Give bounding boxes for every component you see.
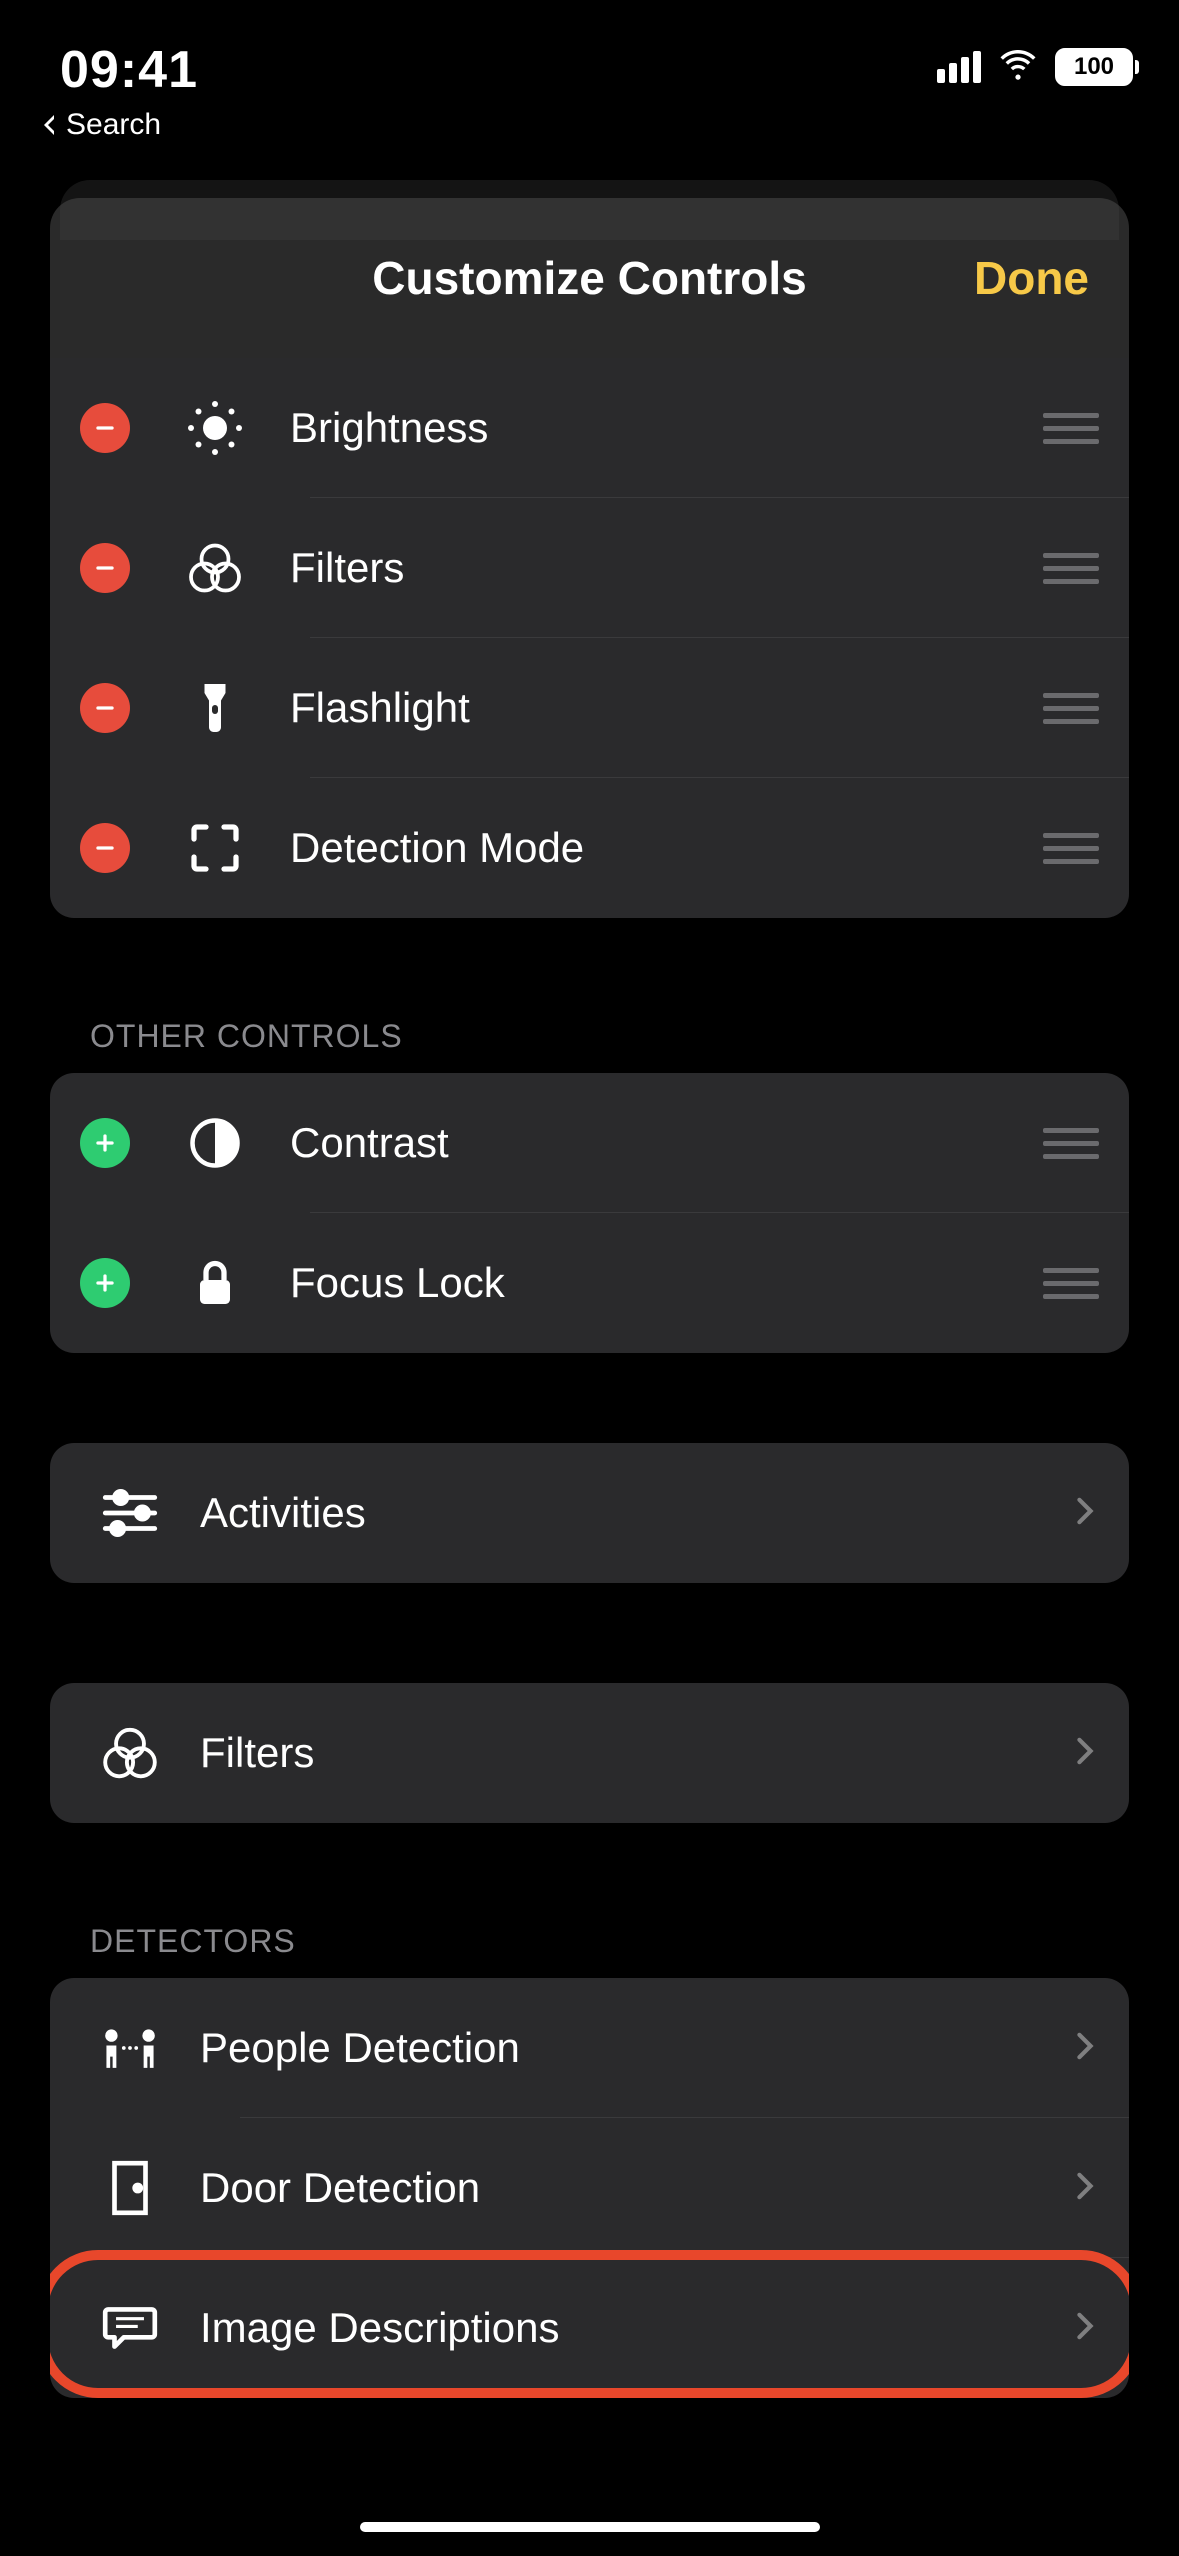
drag-handle-icon[interactable] xyxy=(1043,1128,1099,1159)
battery-icon: 100 xyxy=(1055,48,1139,86)
control-label: Detection Mode xyxy=(290,824,1043,872)
drag-handle-icon[interactable] xyxy=(1043,413,1099,444)
remove-filters-button[interactable] xyxy=(80,543,130,593)
nav-row-people-detection[interactable]: People Detection xyxy=(50,1978,1129,2118)
chevron-right-icon xyxy=(1071,1497,1099,1530)
chevron-right-icon xyxy=(1071,2172,1099,2205)
nav-row-filters[interactable]: Filters xyxy=(50,1683,1129,1823)
remove-flashlight-button[interactable] xyxy=(80,683,130,733)
flashlight-icon xyxy=(170,678,260,738)
battery-level: 100 xyxy=(1074,53,1114,81)
door-icon xyxy=(80,2157,180,2219)
filters-icon xyxy=(80,1722,180,1784)
detectors-group: People Detection Door Detection xyxy=(50,1978,1129,2398)
sliders-icon xyxy=(80,1482,180,1544)
remove-brightness-button[interactable] xyxy=(80,403,130,453)
control-label: Brightness xyxy=(290,404,1043,452)
status-time: 09:41 xyxy=(60,40,198,100)
nav-label: Activities xyxy=(200,1489,1071,1537)
section-header-other-controls: OTHER CONTROLS xyxy=(50,958,1129,1073)
nav-label: Filters xyxy=(200,1729,1071,1777)
brightness-icon xyxy=(170,398,260,458)
activities-group: Activities xyxy=(50,1443,1129,1583)
back-label: Search xyxy=(66,108,161,142)
customize-controls-sheet: Customize Controls Done Brightness xyxy=(50,198,1129,2556)
control-row-filters: Filters xyxy=(50,498,1129,638)
control-row-focus-lock: Focus Lock xyxy=(50,1213,1129,1353)
control-row-brightness: Brightness xyxy=(50,358,1129,498)
status-bar: 09:41 100 xyxy=(0,0,1179,100)
sheet-title: Customize Controls xyxy=(372,251,806,305)
other-controls-group: Contrast Focus Lock xyxy=(50,1073,1129,1353)
included-controls-group: Brightness Filters xyxy=(50,358,1129,918)
drag-handle-icon[interactable] xyxy=(1043,553,1099,584)
control-row-contrast: Contrast xyxy=(50,1073,1129,1213)
nav-label: People Detection xyxy=(200,2024,1071,2072)
nav-row-image-descriptions[interactable]: Image Descriptions xyxy=(50,2258,1129,2398)
chevron-right-icon xyxy=(1071,2032,1099,2065)
section-header-detectors: DETECTORS xyxy=(50,1863,1129,1978)
chevron-right-icon xyxy=(1071,2312,1099,2345)
add-focus-lock-button[interactable] xyxy=(80,1258,130,1308)
back-to-search-button[interactable]: Search xyxy=(0,100,1179,142)
control-label: Filters xyxy=(290,544,1043,592)
nav-label: Image Descriptions xyxy=(200,2304,1071,2352)
detection-mode-icon xyxy=(170,818,260,878)
add-contrast-button[interactable] xyxy=(80,1118,130,1168)
home-indicator[interactable] xyxy=(360,2522,820,2532)
drag-handle-icon[interactable] xyxy=(1043,833,1099,864)
control-row-detection-mode: Detection Mode xyxy=(50,778,1129,918)
filters-nav-group: Filters xyxy=(50,1683,1129,1823)
nav-row-activities[interactable]: Activities xyxy=(50,1443,1129,1583)
control-label: Contrast xyxy=(290,1119,1043,1167)
people-icon xyxy=(80,2017,180,2079)
nav-label: Door Detection xyxy=(200,2164,1071,2212)
remove-detection-mode-button[interactable] xyxy=(80,823,130,873)
filters-icon xyxy=(170,538,260,598)
wifi-icon xyxy=(997,43,1039,90)
nav-row-door-detection[interactable]: Door Detection xyxy=(50,2118,1129,2258)
control-row-flashlight: Flashlight xyxy=(50,638,1129,778)
lock-icon xyxy=(170,1253,260,1313)
speech-bubble-icon xyxy=(80,2297,180,2359)
drag-handle-icon[interactable] xyxy=(1043,693,1099,724)
cellular-icon xyxy=(937,51,981,83)
control-label: Focus Lock xyxy=(290,1259,1043,1307)
drag-handle-icon[interactable] xyxy=(1043,1268,1099,1299)
control-label: Flashlight xyxy=(290,684,1043,732)
sheet-header: Customize Controls Done xyxy=(50,198,1129,358)
done-button[interactable]: Done xyxy=(974,251,1089,305)
contrast-icon xyxy=(170,1113,260,1173)
chevron-right-icon xyxy=(1071,1737,1099,1770)
